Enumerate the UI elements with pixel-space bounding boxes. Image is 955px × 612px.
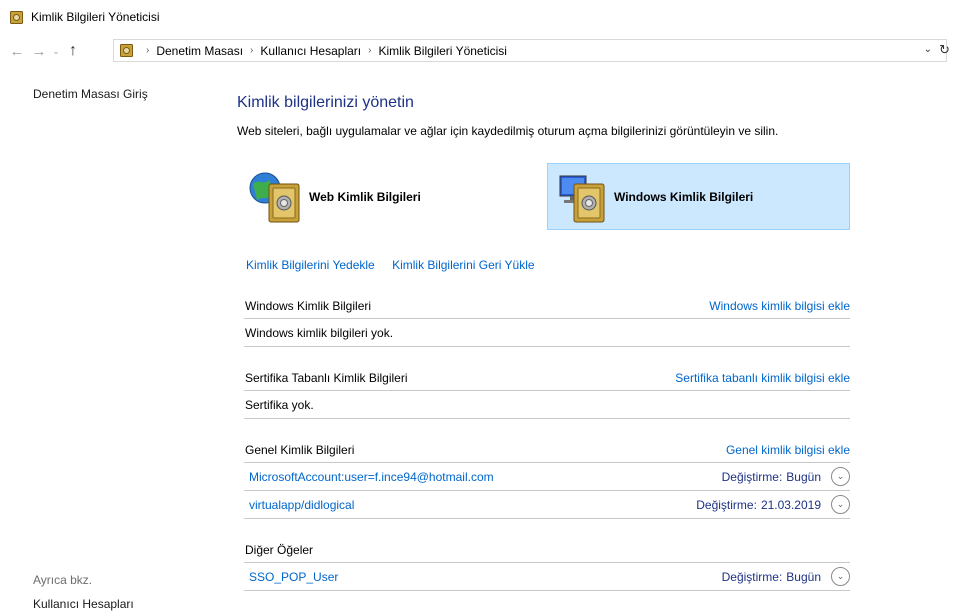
section-title: Diğer Öğeler: [245, 542, 314, 557]
credential-name[interactable]: MicrosoftAccount:user=f.ince94@hotmail.c…: [249, 470, 494, 484]
address-bar[interactable]: › Denetim Masası › Kullanıcı Hesapları ›…: [113, 39, 950, 62]
control-panel-home-link[interactable]: Denetim Masası Giriş: [33, 87, 148, 101]
navigation-bar: ← → ⌄ ↑ › Denetim Masası › Kullanıcı Hes…: [0, 38, 955, 64]
credential-modified: Değiştirme: Bugün ⌄: [722, 467, 850, 486]
page-title: Kimlik bilgilerinizi yönetin: [237, 94, 414, 111]
window-title: Kimlik Bilgileri Yöneticisi: [31, 10, 160, 24]
section-title: Windows Kimlik Bilgileri: [245, 298, 372, 313]
other-items-section: Diğer Öğeler SSO_POP_User Değiştirme: Bu…: [244, 537, 850, 591]
backup-restore-links: Kimlik Bilgilerini Yedekle Kimlik Bilgil…: [246, 258, 549, 272]
breadcrumb-control-panel[interactable]: Denetim Masası: [156, 44, 243, 58]
add-certificate-credential-link[interactable]: Sertifika tabanlı kimlik bilgisi ekle: [675, 371, 850, 385]
breadcrumb-user-accounts[interactable]: Kullanıcı Hesapları: [260, 44, 361, 58]
credential-name[interactable]: SSO_POP_User: [249, 570, 338, 584]
expand-chevron-icon[interactable]: ⌄: [831, 467, 850, 486]
section-header: Genel Kimlik Bilgileri Genel kimlik bilg…: [244, 437, 850, 463]
empty-message: Sertifika yok.: [244, 391, 850, 419]
modified-label: Değiştirme:: [721, 569, 783, 584]
credential-modified: Değiştirme: Bugün ⌄: [722, 567, 850, 586]
empty-message: Windows kimlik bilgileri yok.: [244, 319, 850, 347]
chevron-right-icon[interactable]: ›: [250, 45, 253, 56]
windows-credentials-section: Windows Kimlik Bilgileri Windows kimlik …: [244, 293, 850, 347]
expand-chevron-icon[interactable]: ⌄: [831, 495, 850, 514]
modified-date: 21.03.2019: [760, 497, 821, 512]
modified-label: Değiştirme:: [721, 469, 783, 484]
credential-row[interactable]: SSO_POP_User Değiştirme: Bugün ⌄: [244, 563, 850, 591]
section-title: Sertifika Tabanlı Kimlik Bilgileri: [245, 370, 408, 385]
section-title: Genel Kimlik Bilgileri: [245, 442, 355, 457]
address-dropdown-icon[interactable]: ⌄: [924, 44, 932, 55]
chevron-down-icon[interactable]: ⌄: [50, 40, 62, 62]
breadcrumb-credential-manager[interactable]: Kimlik Bilgileri Yöneticisi: [378, 44, 506, 58]
title-bar: Kimlik Bilgileri Yöneticisi: [0, 0, 955, 34]
credential-modified: Değiştirme: 21.03.2019 ⌄: [696, 495, 850, 514]
web-credentials-button[interactable]: Web Kimlik Bilgileri: [244, 163, 534, 230]
credential-row[interactable]: virtualapp/didlogical Değiştirme: 21.03.…: [244, 491, 850, 519]
section-header: Sertifika Tabanlı Kimlik Bilgileri Serti…: [244, 365, 850, 391]
restore-credentials-link[interactable]: Kimlik Bilgilerini Geri Yükle: [392, 258, 535, 272]
modified-label: Değiştirme:: [696, 497, 757, 512]
backup-credentials-link[interactable]: Kimlik Bilgilerini Yedekle: [246, 258, 375, 272]
user-accounts-link[interactable]: Kullanıcı Hesapları: [33, 597, 134, 611]
control-panel-icon: [120, 44, 133, 57]
windows-credentials-icon: [559, 175, 605, 222]
web-credentials-label: Web Kimlik Bilgileri: [309, 189, 421, 204]
section-header: Windows Kimlik Bilgileri Windows kimlik …: [244, 293, 850, 319]
chevron-right-icon[interactable]: ›: [368, 45, 371, 56]
back-arrow-icon[interactable]: ←: [6, 40, 28, 62]
modified-date: Bugün: [786, 469, 821, 484]
see-also-label: Ayrıca bkz.: [33, 573, 93, 587]
refresh-icon[interactable]: ↻: [939, 42, 950, 58]
add-generic-credential-link[interactable]: Genel kimlik bilgisi ekle: [726, 443, 850, 457]
section-header: Diğer Öğeler: [244, 537, 850, 563]
forward-arrow-icon[interactable]: →: [28, 40, 50, 62]
expand-chevron-icon[interactable]: ⌄: [831, 567, 850, 586]
modified-date: Bugün: [786, 569, 821, 584]
up-arrow-icon[interactable]: ↑: [62, 40, 84, 62]
chevron-right-icon[interactable]: ›: [146, 45, 149, 56]
page-subtitle: Web siteleri, bağlı uygulamalar ve ağlar…: [237, 124, 779, 138]
windows-credentials-label: Windows Kimlik Bilgileri: [614, 189, 754, 204]
certificate-credentials-section: Sertifika Tabanlı Kimlik Bilgileri Serti…: [244, 365, 850, 419]
credential-row[interactable]: MicrosoftAccount:user=f.ince94@hotmail.c…: [244, 463, 850, 491]
generic-credentials-section: Genel Kimlik Bilgileri Genel kimlik bilg…: [244, 437, 850, 519]
web-credentials-icon: [249, 172, 300, 222]
windows-credentials-button[interactable]: Windows Kimlik Bilgileri: [547, 163, 850, 230]
credential-vault-icon: [10, 10, 23, 24]
credential-name[interactable]: virtualapp/didlogical: [249, 498, 354, 512]
add-windows-credential-link[interactable]: Windows kimlik bilgisi ekle: [709, 299, 850, 313]
